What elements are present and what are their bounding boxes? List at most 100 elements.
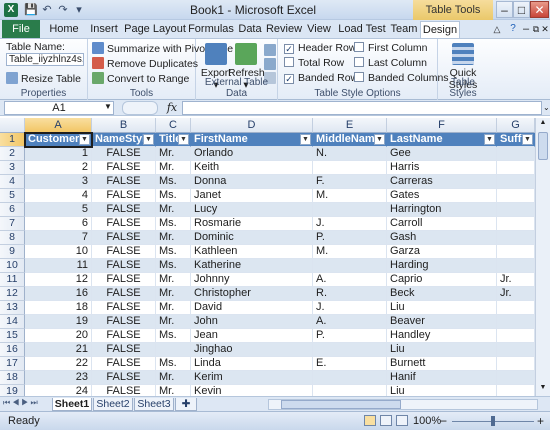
minimize-ribbon-icon[interactable]: △ xyxy=(490,21,504,38)
sheet-tab-3[interactable]: Sheet3 xyxy=(134,398,174,411)
sheet-tab-2[interactable]: Sheet2 xyxy=(93,398,133,411)
table-cell[interactable]: Mr. xyxy=(156,287,191,301)
row-header[interactable]: 9 xyxy=(0,245,25,259)
table-cell[interactable]: 7 xyxy=(25,231,92,245)
table-cell[interactable]: Kevin xyxy=(191,385,313,396)
column-header-f[interactable]: F xyxy=(387,118,497,133)
table-cell[interactable]: Jr. xyxy=(497,287,535,301)
row-header[interactable]: 6 xyxy=(0,203,25,217)
table-cell[interactable]: Donna xyxy=(191,175,313,189)
table-header-cell[interactable]: CustomerID ▼ xyxy=(25,133,92,147)
table-header-cell[interactable]: LastName ▼ xyxy=(387,133,497,147)
table-cell[interactable]: Mr. xyxy=(156,385,191,396)
row-header[interactable]: 19 xyxy=(0,385,25,396)
formula-input[interactable] xyxy=(182,101,542,115)
table-cell[interactable]: Carroll xyxy=(387,217,497,231)
table-cell[interactable]: 12 xyxy=(25,273,92,287)
table-cell[interactable]: Ms. xyxy=(156,217,191,231)
last-column-checkbox[interactable]: Last Column xyxy=(354,57,427,69)
table-cell[interactable]: Mr. xyxy=(156,147,191,161)
table-cell[interactable]: Linda xyxy=(191,357,313,371)
table-cell[interactable]: 11 xyxy=(25,259,92,273)
table-cell[interactable]: FALSE xyxy=(92,161,156,175)
convert-to-range-button[interactable]: Convert to Range xyxy=(92,72,189,85)
table-cell[interactable]: Ms. xyxy=(156,245,191,259)
table-cell[interactable]: FALSE xyxy=(92,217,156,231)
column-header-e[interactable]: E xyxy=(313,118,387,133)
table-cell[interactable]: FALSE xyxy=(92,315,156,329)
page-layout-view-icon[interactable] xyxy=(380,415,392,426)
table-header-cell[interactable]: Title ▼ xyxy=(156,133,191,147)
properties-small-icon[interactable] xyxy=(264,44,276,56)
filter-dropdown-icon[interactable]: ▼ xyxy=(178,134,189,145)
table-cell[interactable]: 10 xyxy=(25,245,92,259)
row-header[interactable]: 15 xyxy=(0,329,25,343)
tab-formulas[interactable]: Formulas xyxy=(186,21,236,38)
table-cell[interactable]: Mr. xyxy=(156,161,191,175)
tab-view[interactable]: View xyxy=(304,21,334,38)
table-cell[interactable]: FALSE xyxy=(92,245,156,259)
table-cell[interactable]: FALSE xyxy=(92,287,156,301)
vertical-scroll-thumb[interactable] xyxy=(538,132,548,160)
table-cell[interactable]: FALSE xyxy=(92,231,156,245)
tab-page-layout[interactable]: Page Layout xyxy=(124,21,186,38)
column-header-b[interactable]: B xyxy=(92,118,156,133)
table-cell[interactable]: FALSE xyxy=(92,189,156,203)
table-cell[interactable]: Beaver xyxy=(387,315,497,329)
table-cell[interactable]: Keith xyxy=(191,161,313,175)
table-cell[interactable]: M. xyxy=(313,245,387,259)
table-cell[interactable]: F. xyxy=(313,175,387,189)
tab-load-test[interactable]: Load Test xyxy=(336,21,388,38)
table-header-cell[interactable]: FirstName ▼ xyxy=(191,133,313,147)
table-cell[interactable]: Beck xyxy=(387,287,497,301)
table-cell[interactable] xyxy=(313,371,387,385)
table-cell[interactable]: 4 xyxy=(25,189,92,203)
table-cell[interactable]: Ms. xyxy=(156,189,191,203)
table-cell[interactable]: Liu xyxy=(387,301,497,315)
doc-close-icon[interactable]: ✕ xyxy=(540,21,550,38)
table-cell[interactable]: David xyxy=(191,301,313,315)
table-cell[interactable] xyxy=(313,385,387,396)
table-cell[interactable]: Caprio xyxy=(387,273,497,287)
table-cell[interactable] xyxy=(497,343,535,357)
zoom-in-button[interactable]: + xyxy=(537,414,544,428)
table-cell[interactable]: Liu xyxy=(387,385,497,396)
table-cell[interactable] xyxy=(156,343,191,357)
tab-insert[interactable]: Insert xyxy=(86,21,122,38)
undo-icon[interactable]: ↶ xyxy=(40,3,54,17)
table-cell[interactable]: 16 xyxy=(25,287,92,301)
table-cell[interactable] xyxy=(497,385,535,396)
table-cell[interactable]: 2 xyxy=(25,161,92,175)
table-cell[interactable]: N. xyxy=(313,147,387,161)
page-break-view-icon[interactable] xyxy=(396,415,408,426)
table-cell[interactable]: Orlando xyxy=(191,147,313,161)
expand-formula-bar-icon[interactable]: ⌄ xyxy=(543,103,550,112)
table-cell[interactable]: FALSE xyxy=(92,357,156,371)
row-header[interactable]: 14 xyxy=(0,315,25,329)
table-cell[interactable]: Ms. xyxy=(156,259,191,273)
filter-dropdown-icon[interactable]: ▼ xyxy=(300,134,311,145)
row-header[interactable]: 8 xyxy=(0,231,25,245)
table-cell[interactable]: 23 xyxy=(25,371,92,385)
table-cell[interactable] xyxy=(497,371,535,385)
name-box[interactable]: A1 xyxy=(4,101,114,115)
table-cell[interactable]: Gee xyxy=(387,147,497,161)
table-cell[interactable]: Burnett xyxy=(387,357,497,371)
table-cell[interactable]: Carreras xyxy=(387,175,497,189)
tab-review[interactable]: Review xyxy=(265,21,303,38)
sheet-tab-1[interactable]: Sheet1 xyxy=(52,398,92,411)
row-header[interactable]: 13 xyxy=(0,301,25,315)
table-cell[interactable]: Mr. xyxy=(156,231,191,245)
select-all-corner[interactable] xyxy=(0,118,25,133)
tab-data[interactable]: Data xyxy=(236,21,264,38)
row-header[interactable]: 2 xyxy=(0,147,25,161)
table-cell[interactable]: Mr. xyxy=(156,371,191,385)
table-cell[interactable]: 5 xyxy=(25,203,92,217)
first-column-checkbox[interactable]: First Column xyxy=(354,42,428,54)
table-cell[interactable]: Harding xyxy=(387,259,497,273)
table-cell[interactable] xyxy=(497,203,535,217)
scroll-down-icon[interactable]: ▼ xyxy=(538,384,548,392)
table-cell[interactable]: Kathleen xyxy=(191,245,313,259)
table-cell[interactable]: FALSE xyxy=(92,147,156,161)
table-cell[interactable]: Mr. xyxy=(156,301,191,315)
